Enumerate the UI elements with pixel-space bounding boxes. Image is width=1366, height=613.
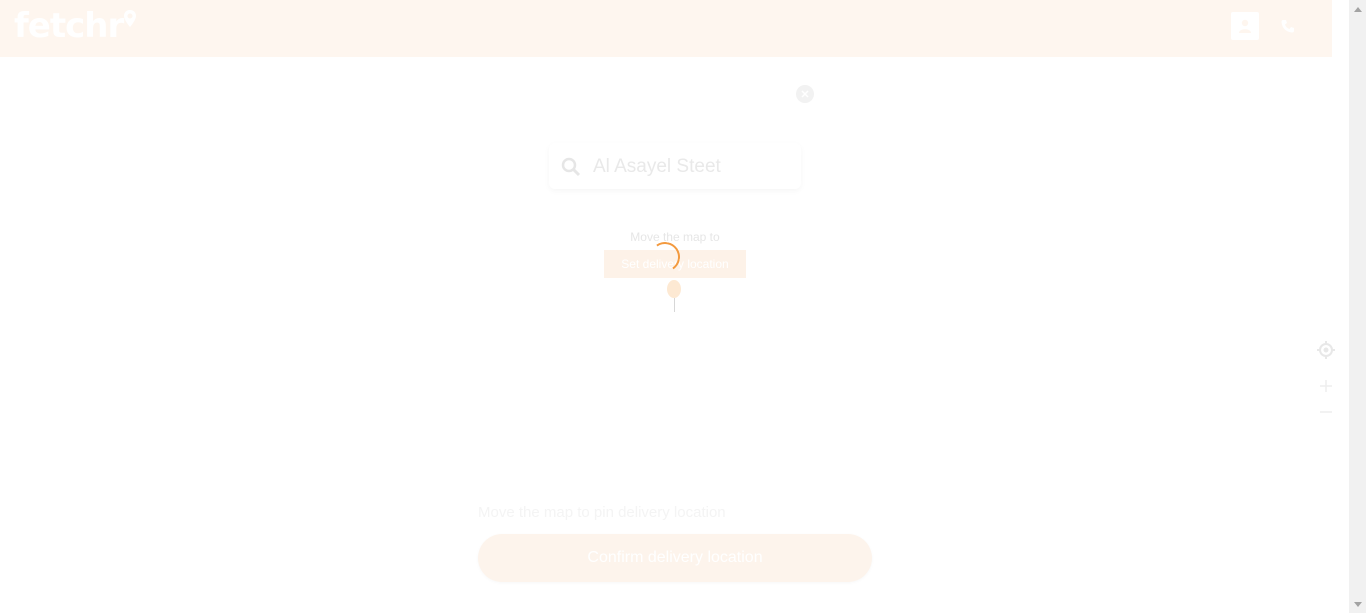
map-controls [1311, 337, 1341, 429]
pin-hint-text: Move the map to [630, 230, 720, 244]
arrow-up-icon [1353, 6, 1362, 12]
logo-text: fetchr [14, 6, 124, 46]
fetchr-logo[interactable]: fetchr [14, 6, 137, 46]
top-header: fetchr [0, 0, 1332, 57]
plus-icon [1320, 380, 1332, 392]
phone-icon [1281, 20, 1294, 33]
locate-me-button[interactable] [1311, 337, 1341, 363]
arrow-down-icon [1353, 601, 1362, 607]
minus-icon [1320, 411, 1332, 413]
pin-stem [674, 298, 675, 312]
search-icon [561, 157, 581, 177]
bottom-hint-text: Move the map to pin delivery location [478, 504, 726, 521]
location-pin-icon [124, 10, 137, 27]
search-box[interactable] [549, 143, 801, 189]
zoom-out-button[interactable] [1311, 399, 1341, 425]
zoom-in-button[interactable] [1311, 373, 1341, 399]
scroll-up-arrow[interactable] [1349, 0, 1366, 17]
call-button[interactable] [1274, 12, 1302, 40]
search-input[interactable] [591, 153, 795, 181]
crosshair-icon [1317, 341, 1335, 359]
account-button[interactable] [1231, 12, 1259, 40]
close-icon [801, 90, 809, 98]
vertical-scrollbar[interactable] [1349, 0, 1366, 613]
close-button[interactable] [796, 85, 814, 103]
map-pin-marker: Move the map to Set delivery location [600, 228, 750, 318]
user-icon [1239, 19, 1251, 33]
scroll-down-arrow[interactable] [1349, 596, 1366, 613]
map-canvas[interactable] [0, 57, 1349, 613]
confirm-location-button[interactable]: Confirm delivery location [478, 534, 872, 582]
pin-head-icon [667, 280, 681, 298]
